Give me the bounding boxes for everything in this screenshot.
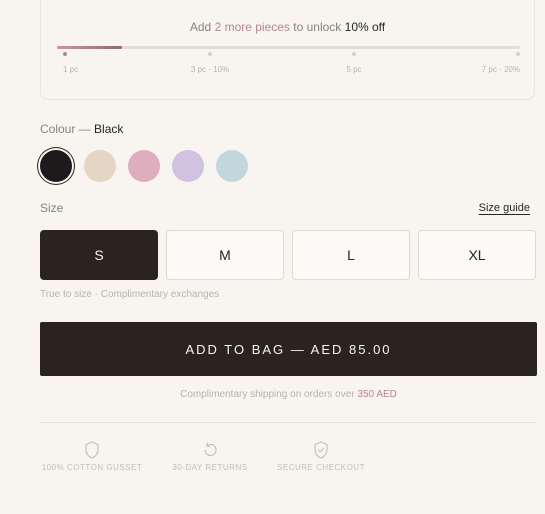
size-option-m[interactable]: M [166,230,284,280]
colour-label: Colour — Black [40,122,124,136]
shipping-threshold: 350 AED [357,389,397,400]
feature-label: SECURE CHECKOUT [277,463,365,472]
colour-swatch-sky[interactable] [216,150,248,182]
size-option-xl[interactable]: XL [418,230,536,280]
tier-5pc: 5 pc [314,52,394,74]
feature-cotton-gusset: 100% COTTON GUSSET [40,441,144,472]
shipping-note: Complimentary shipping on orders over 35… [180,389,397,400]
tier-label: 3 pc · 10% [190,65,230,74]
bundle-progress-card: Add 2 more pieces to unlock 10% off 1 pc… [40,0,535,100]
size-fit-note: True to size · Complimentary exchanges [40,289,220,300]
tier-dot [63,52,67,56]
tier-dot [352,52,356,56]
divider [40,422,537,423]
feature-secure-checkout: SECURE CHECKOUT [276,441,366,472]
tier-dot [208,52,212,56]
shield-icon [85,441,99,459]
tier-7pc: 7 pc · 20% [440,52,520,74]
bundle-progress-message: Add 2 more pieces to unlock 10% off [189,20,386,34]
tier-label: 1 pc [63,65,79,74]
feature-returns: 30-DAY RETURNS [170,441,250,472]
discount-highlight: 10% off [344,20,386,34]
return-arrow-icon [204,442,217,456]
add-to-bag-button[interactable]: ADD TO BAG — AED 85.00 [40,322,537,376]
colour-swatch-black[interactable] [40,150,72,182]
feature-label: 30-DAY RETURNS [172,463,248,472]
selected-colour-value: Black [94,122,124,136]
feature-label: 100% COTTON GUSSET [41,463,143,472]
size-guide-link[interactable]: Size guide [479,202,530,214]
tier-label: 7 pc · 20% [481,65,520,74]
colour-swatch-nude[interactable] [84,150,116,182]
bundle-progress-track [57,46,520,49]
tier-label: 5 pc [346,65,362,74]
colour-swatch-rose[interactable] [128,150,160,182]
size-option-s[interactable]: S [40,230,158,280]
bundle-progress-fill [57,46,122,49]
size-label: Size [40,201,64,215]
tier-3pc: 3 pc · 10% [170,52,250,74]
size-option-l[interactable]: L [292,230,410,280]
tier-1pc: 1 pc [63,52,143,74]
tier-dot [516,52,520,56]
shield-check-icon [314,441,328,459]
pieces-needed-highlight: 2 more pieces [214,20,290,34]
colour-swatch-lilac[interactable] [172,150,204,182]
